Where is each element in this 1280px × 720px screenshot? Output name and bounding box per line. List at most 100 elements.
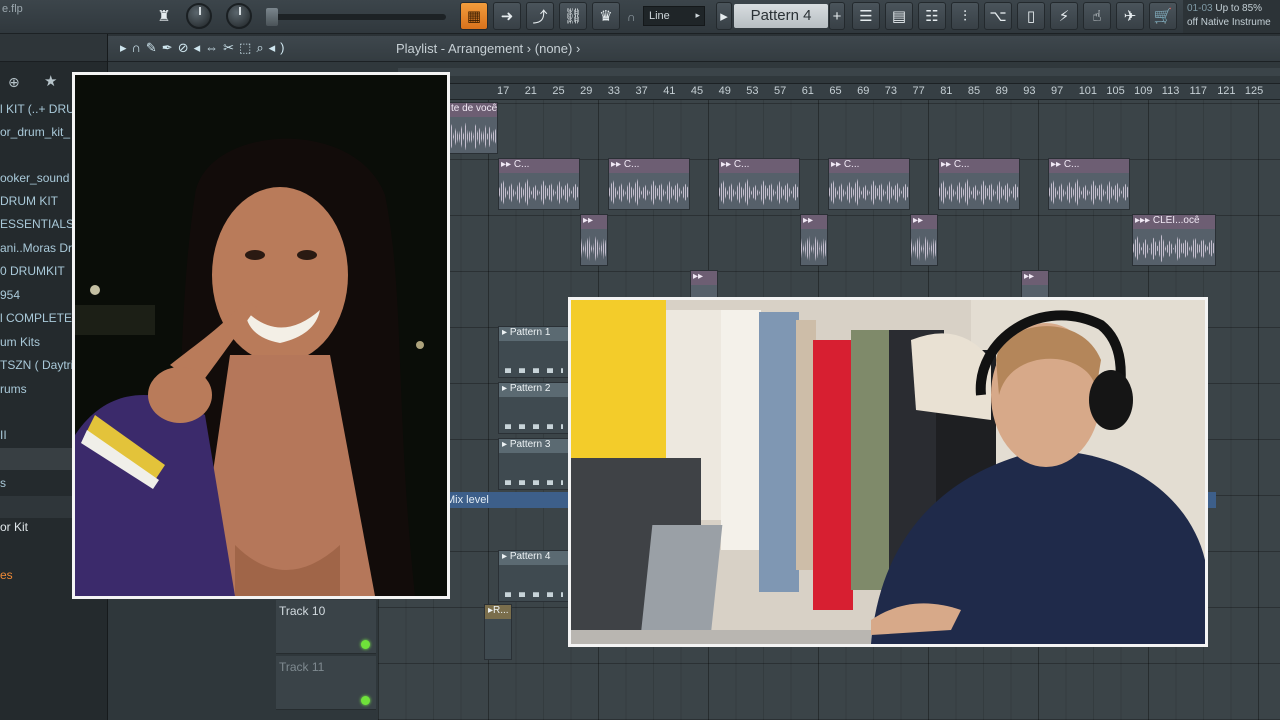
audio-clip[interactable]: ▸▸ [910, 214, 938, 266]
browser-item[interactable]: um Kits [0, 335, 40, 349]
zoom-icon[interactable]: ⌕ [256, 40, 268, 55]
waveform [719, 178, 799, 207]
audio-clip[interactable]: ▸▸ C... [828, 158, 910, 210]
browser-item[interactable]: rums [0, 382, 27, 396]
delete-icon[interactable]: ⊘ [178, 40, 194, 55]
song-position-track[interactable] [266, 14, 446, 20]
ruler-bar-label: 17 [497, 85, 510, 97]
browser-item[interactable]: or_drum_kit_ [0, 125, 70, 139]
browser-item[interactable]: TSZN ( Daytri [0, 358, 73, 372]
producer-photo [568, 297, 1208, 647]
overview-scroll[interactable] [398, 68, 1280, 76]
clip-label-text: Pattern 2 [509, 383, 551, 394]
touch-icon[interactable]: ☝ [1083, 2, 1111, 30]
clip-label: ▸ Pattern 3 [499, 439, 569, 453]
ruler-bar-label: 109 [1134, 85, 1153, 97]
link-icon[interactable]: ⛓ [559, 2, 587, 30]
pattern-clip[interactable]: ▸ Pattern 4 [498, 550, 570, 602]
browser-item[interactable]: s [0, 476, 6, 490]
paint-icon[interactable]: ✒ [162, 40, 178, 55]
pattern-prev-icon[interactable]: ▸ [716, 2, 732, 30]
magnet-icon[interactable]: ∩ [627, 10, 636, 24]
project-file-name: e.flp [2, 3, 23, 15]
playlist-selection[interactable]: (none) [535, 41, 573, 56]
playlist-icon[interactable]: ☰ [852, 2, 880, 30]
slice-icon[interactable]: ✂ [223, 40, 239, 55]
plugin-icon[interactable]: ⚡ [1050, 2, 1078, 30]
fl-studio-window: e.flp ♜ ▦ ➜ ⤴ ⛓ ♛ ∩ Line ▸ Pattern 4 + ☰… [0, 0, 1280, 720]
clip-label: ▸ Pattern 1 [499, 327, 569, 341]
project-info-icon[interactable]: ▯ [1017, 2, 1045, 30]
browser-item[interactable]: ooker_sound [0, 171, 69, 185]
pattern-clip[interactable]: ▸ Pattern 3 [498, 438, 570, 490]
typing-keyboard-icon[interactable]: ▦ [460, 2, 488, 30]
piano-roll-icon[interactable]: ▤ [885, 2, 913, 30]
pattern-clip[interactable]: ▸R... [484, 604, 512, 660]
ruler-bar-label: 125 [1244, 85, 1264, 97]
snap-select[interactable]: Line [643, 6, 705, 26]
track-mute-led[interactable] [361, 696, 370, 705]
shop-icon[interactable]: 🛒 [1149, 2, 1177, 30]
waveform [911, 234, 937, 263]
browser-icon[interactable]: ⌥ [984, 2, 1012, 30]
channel-rack-icon[interactable]: ☷ [918, 2, 946, 30]
audio-clip[interactable]: ▸▸▸ CLEI...ocê [1132, 214, 1216, 266]
audio-clip[interactable]: ▸▸ C... [498, 158, 580, 210]
master-pitch-knob[interactable] [226, 3, 252, 29]
mute-icon[interactable]: ◂ [194, 40, 206, 55]
audio-clip[interactable]: ▸▸ [580, 214, 608, 266]
clip-label-text: Pattern 4 [509, 551, 551, 562]
audio-clip[interactable]: te de você [448, 102, 498, 154]
select-icon[interactable]: ⬚ [239, 40, 256, 55]
ruler-bar-label: 73 [884, 85, 898, 97]
audio-clip[interactable]: ▸▸ [800, 214, 828, 266]
waveform [829, 178, 909, 207]
add-pattern-icon[interactable]: + [829, 2, 845, 30]
pattern-clip[interactable]: ▸ Pattern 1 [498, 326, 570, 378]
play-arrow-icon[interactable]: ▸ [120, 40, 132, 55]
track-header-10[interactable]: Track 10 [276, 600, 376, 654]
magnet-icon[interactable]: ∩ [132, 40, 146, 55]
audio-clip[interactable]: ▸▸ C... [938, 158, 1020, 210]
audio-clip[interactable]: ▸▸ C... [1048, 158, 1130, 210]
browser-item[interactable]: ESSENTIALS [0, 217, 74, 231]
globe-icon[interactable]: ⊕ [8, 74, 20, 91]
browser-item[interactable]: ani..Moras Dr [0, 241, 72, 255]
clip-label-text: C... [623, 159, 640, 170]
pencil-icon[interactable]: ✎ [146, 40, 162, 55]
browser-item[interactable]: es [0, 568, 13, 582]
browser-item[interactable]: or Kit [0, 520, 28, 534]
clip-label: ▸▸ [581, 215, 607, 229]
audio-clip[interactable]: ▸▸ [690, 270, 718, 298]
playback-icon[interactable]: ◂) [269, 40, 290, 55]
song-position-handle[interactable] [266, 8, 278, 26]
track-header-11[interactable]: Track 11 [276, 656, 376, 710]
browser-item[interactable]: 954 [0, 288, 20, 302]
audio-clip[interactable]: ▸▸ C... [718, 158, 800, 210]
pattern-select[interactable]: Pattern 4 [734, 4, 828, 28]
ruler-bar-label: 105 [1106, 85, 1125, 97]
news-panel[interactable]: 01-03 Up to 85% off Native Instrume [1183, 0, 1280, 33]
ruler-bar-label: 81 [940, 85, 953, 97]
step-edit-arrow-icon[interactable]: ➜ [493, 2, 521, 30]
audio-clip[interactable]: ▸▸ [1021, 270, 1049, 298]
hat-icon[interactable]: ♛ [592, 2, 620, 30]
tools-icon[interactable]: ✈ [1116, 2, 1144, 30]
timeline-ruler[interactable]: 17 21 25 29 33 37 41 45 49 53 57 61 65 69 73 77 81 85 89 93… [440, 84, 1280, 100]
browser-item[interactable]: II [0, 428, 7, 442]
browser-item[interactable]: DRUM KIT [0, 194, 58, 208]
slip-icon[interactable]: ⇔ [205, 40, 223, 55]
metronome-icon[interactable]: ♜ [152, 2, 176, 30]
pattern-notes [505, 592, 563, 597]
track-name: Track 10 [279, 604, 326, 618]
browser-item[interactable]: 0 DRUMKIT [0, 264, 65, 278]
master-volume-knob[interactable] [186, 3, 212, 29]
track-mute-led[interactable] [361, 640, 370, 649]
slide-icon[interactable]: ⤴ [526, 2, 554, 30]
portrait-illustration [75, 75, 447, 596]
pattern-clip[interactable]: ▸ Pattern 2 [498, 382, 570, 434]
audio-clip[interactable]: ▸▸ C... [608, 158, 690, 210]
star-icon[interactable]: ★ [44, 72, 57, 90]
mixer-icon[interactable]: ⫶ [951, 2, 979, 30]
browser-item[interactable]: l COMPLETE [0, 311, 72, 325]
